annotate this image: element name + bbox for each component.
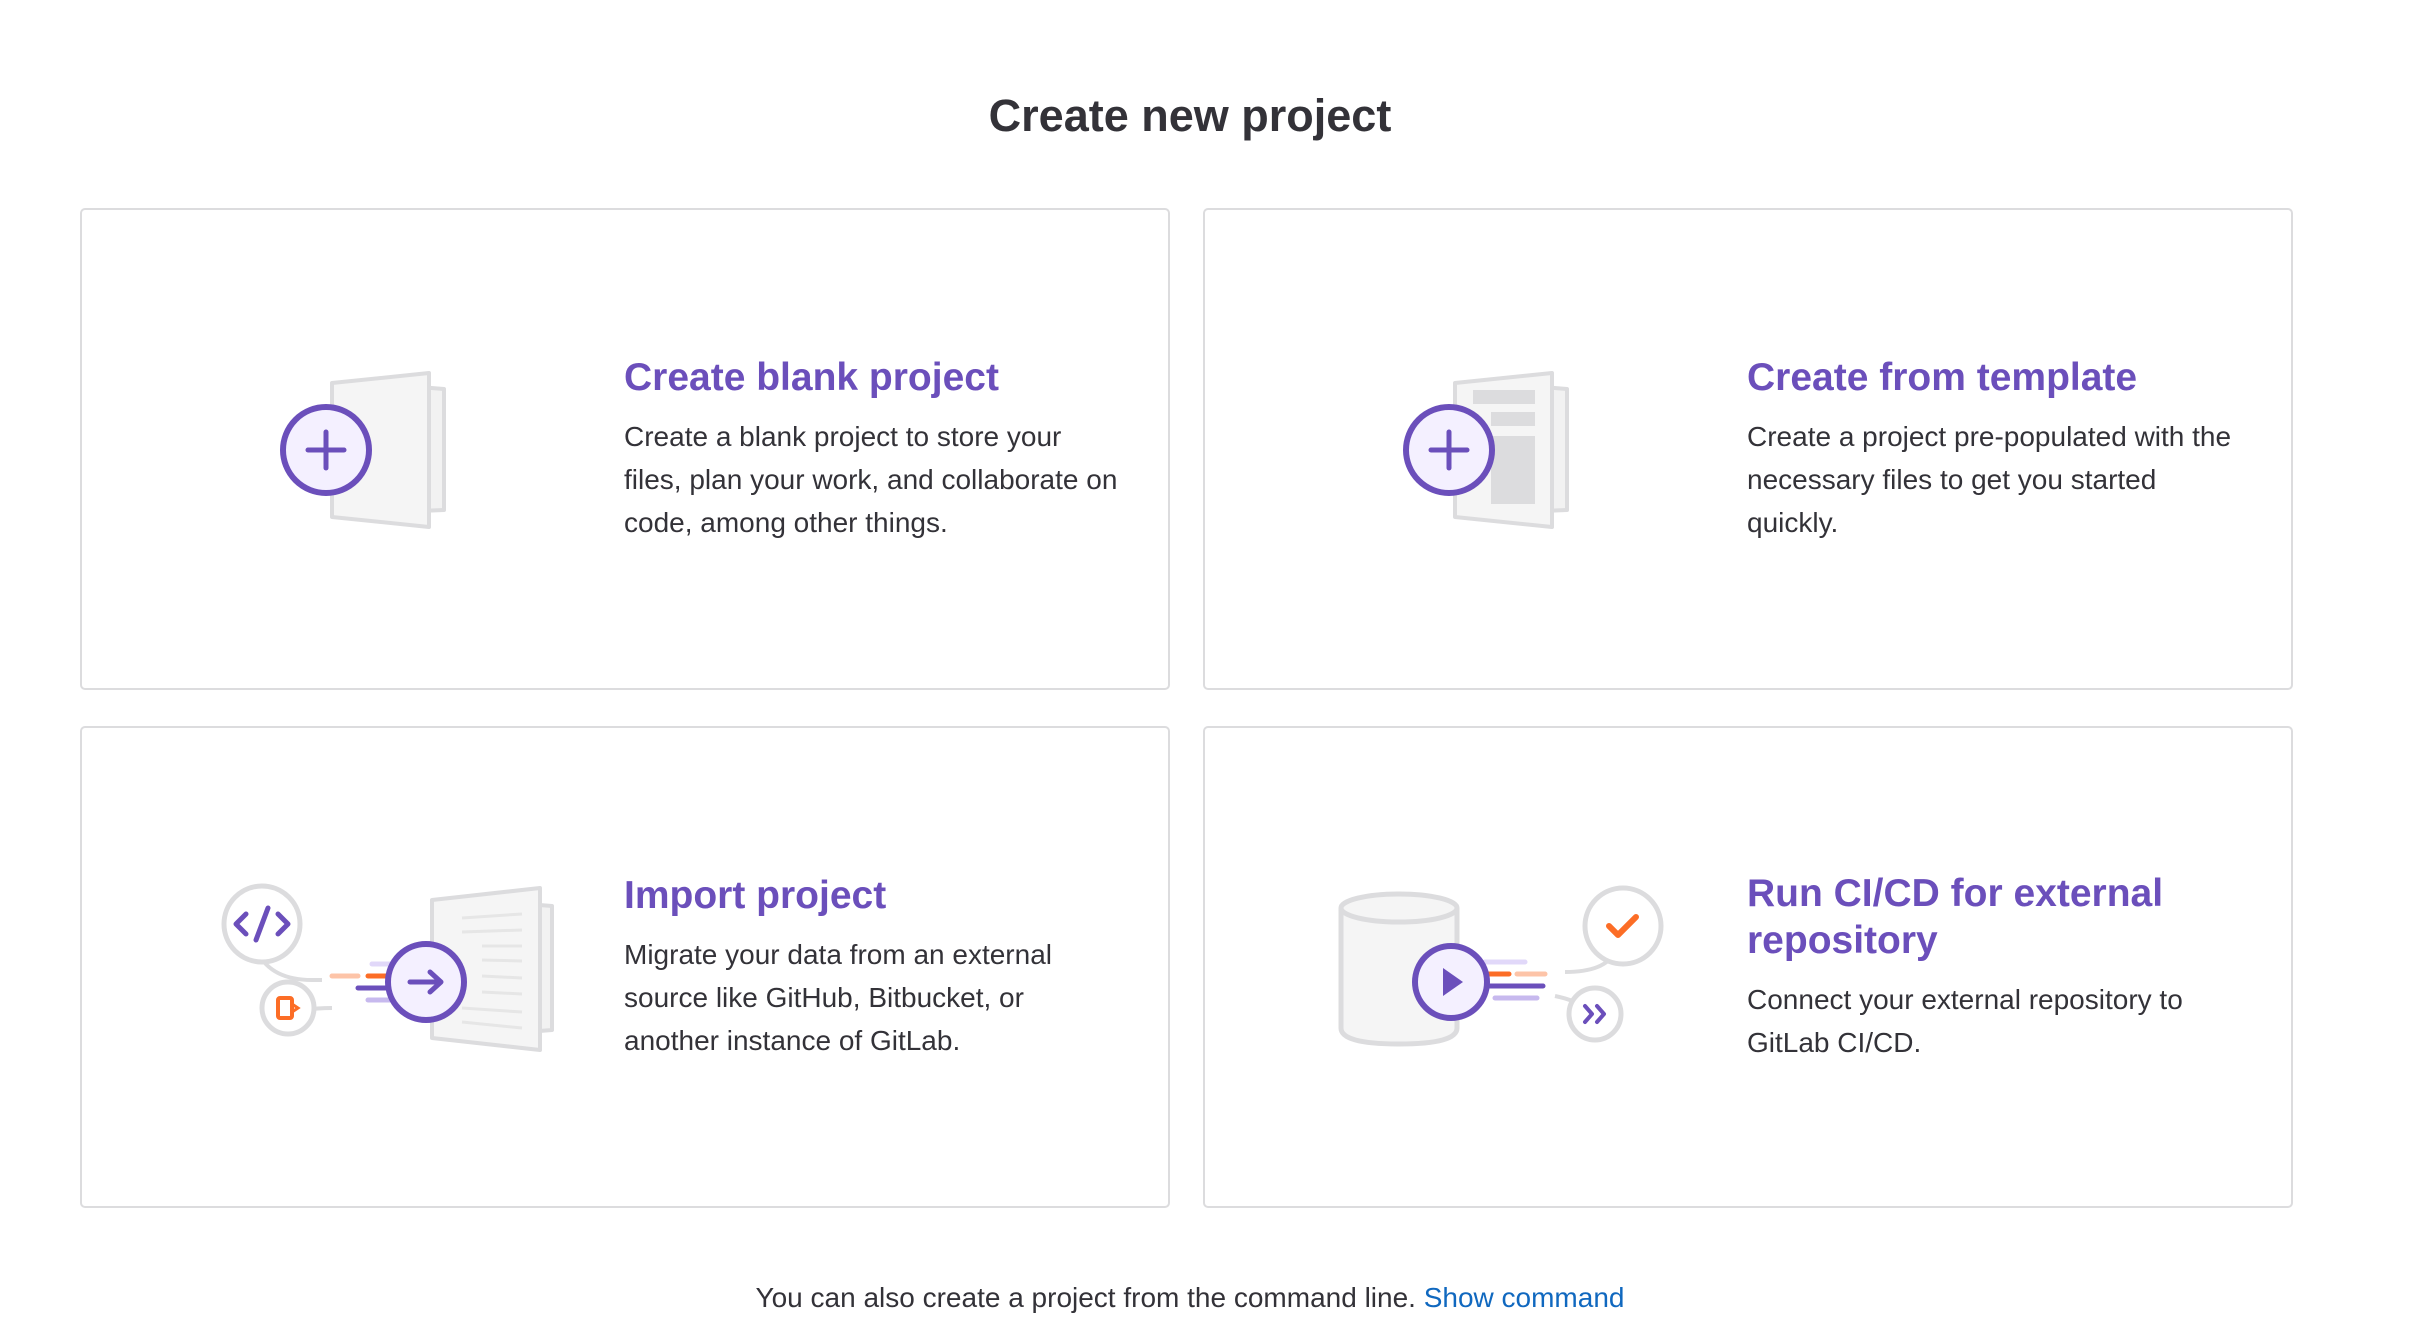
cicd-external-repo-icon	[1338, 885, 1664, 1047]
card-description: Migrate your data from an external sourc…	[624, 939, 1052, 1056]
run-cicd-external-repo-card[interactable]: Run CI/CD for external repository Connec…	[1203, 726, 2293, 1208]
card-description: Connect your external repository to GitL…	[1747, 984, 2183, 1058]
template-project-icon	[1403, 371, 1569, 529]
command-line-hint: You can also create a project from the c…	[0, 1278, 2380, 1318]
card-description: Create a blank project to store your fil…	[624, 421, 1118, 538]
import-project-icon	[221, 883, 554, 1052]
card-description: Create a project pre-populated with the …	[1747, 421, 2232, 538]
footer-text: You can also create a project from the c…	[755, 1282, 1416, 1313]
card-title[interactable]: Import project	[624, 872, 1124, 919]
card-title[interactable]: Create from template	[1747, 354, 2247, 401]
blank-project-icon	[280, 371, 446, 529]
card-title[interactable]: Create blank project	[624, 354, 1124, 401]
card-title[interactable]: Run CI/CD for external repository	[1747, 870, 2247, 964]
import-project-card[interactable]: Import project Migrate your data from an…	[80, 726, 1170, 1208]
show-command-link[interactable]: Show command	[1424, 1282, 1625, 1313]
create-from-template-card[interactable]: Create from template Create a project pr…	[1203, 208, 2293, 690]
page-title: Create new project	[988, 90, 1392, 141]
create-blank-project-card[interactable]: Create blank project Create a blank proj…	[80, 208, 1170, 690]
